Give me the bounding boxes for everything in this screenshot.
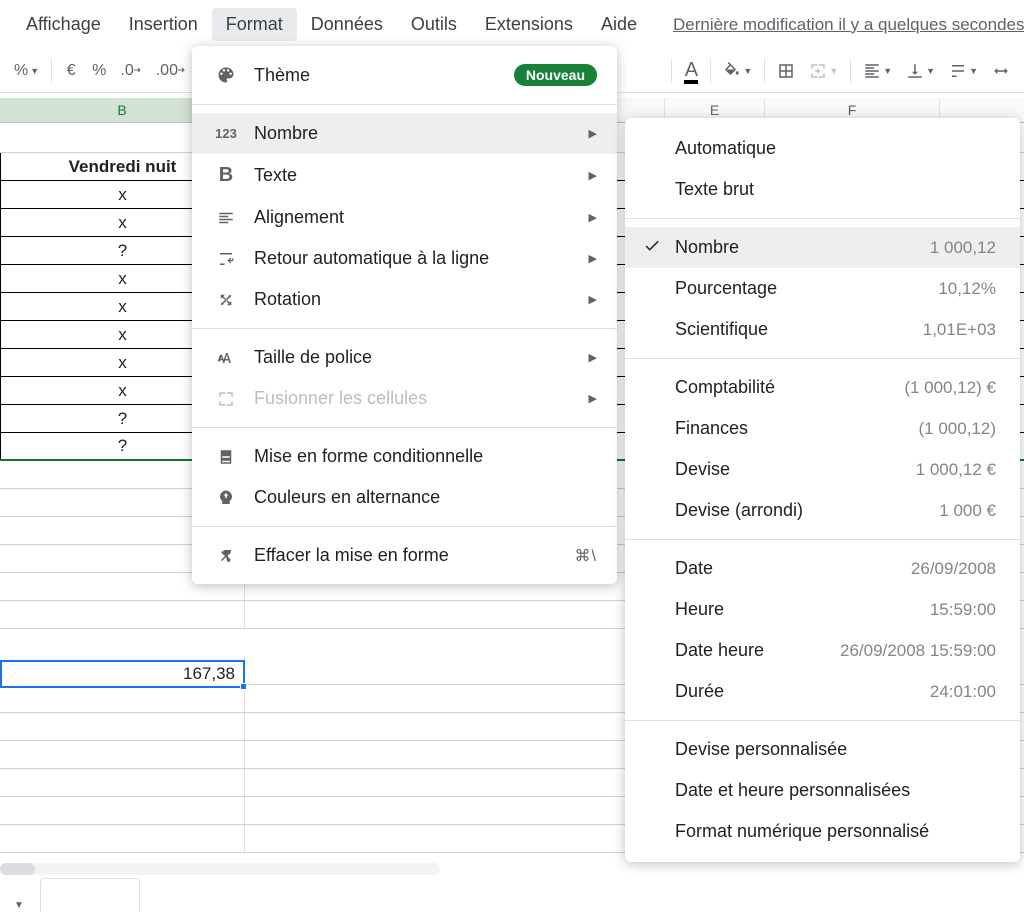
merge-icon <box>212 390 240 408</box>
format-custom-datetime[interactable]: Date et heure personnalisées <box>625 770 1020 811</box>
menu-item-rotation[interactable]: Rotation ▶ <box>192 279 617 320</box>
wrap-icon <box>212 250 240 268</box>
horizontal-scrollbar[interactable] <box>0 863 440 875</box>
chevron-right-icon: ▶ <box>589 211 597 224</box>
toolbar-sep <box>671 59 672 83</box>
format-date[interactable]: Date26/09/2008 <box>625 548 1020 589</box>
toolbar-sep <box>850 59 851 83</box>
toolbar-sep <box>51 59 52 83</box>
format-number[interactable]: Nombre 1 000,12 <box>625 227 1020 268</box>
chevron-right-icon: ▶ <box>589 252 597 265</box>
percent-format-dropdown[interactable]: %▼ <box>8 56 45 86</box>
palette-icon <box>212 65 240 85</box>
check-icon <box>643 236 661 259</box>
number-icon: 123 <box>212 126 240 141</box>
fontsize-icon <box>212 348 240 368</box>
conditional-format-icon <box>212 448 240 466</box>
menu-separator <box>192 427 617 428</box>
menu-item-fontsize[interactable]: Taille de police ▶ <box>192 337 617 378</box>
format-finance[interactable]: Finances(1 000,12) <box>625 408 1020 449</box>
selected-cell-value: 167,38 <box>183 664 235 684</box>
menu-separator <box>625 358 1020 359</box>
menu-separator <box>192 526 617 527</box>
menu-separator <box>625 539 1020 540</box>
fill-color-button[interactable]: ▼ <box>717 56 758 86</box>
format-custom-currency[interactable]: Devise personnalisée <box>625 729 1020 770</box>
menu-item-merge: Fusionner les cellules ▶ <box>192 378 617 419</box>
format-accounting[interactable]: Comptabilité(1 000,12) € <box>625 367 1020 408</box>
format-percentage[interactable]: Pourcentage10,12% <box>625 268 1020 309</box>
menu-item-theme[interactable]: Thème Nouveau <box>192 54 617 96</box>
menu-outils[interactable]: Outils <box>397 8 471 41</box>
increase-decimal-button[interactable]: .00 <box>150 56 192 86</box>
text-color-button[interactable]: A <box>678 56 704 86</box>
menu-separator <box>625 218 1020 219</box>
menu-insertion[interactable]: Insertion <box>115 8 212 41</box>
menu-affichage[interactable]: Affichage <box>12 8 115 41</box>
format-currency-rounded[interactable]: Devise (arrondi)1 000 € <box>625 490 1020 531</box>
merge-cells-button[interactable]: ▼ <box>803 56 844 86</box>
menubar: Affichage Insertion Format Données Outil… <box>0 0 1024 49</box>
chevron-right-icon: ▶ <box>589 392 597 405</box>
fill-handle[interactable] <box>240 683 247 690</box>
menu-item-wrap[interactable]: Retour automatique à la ligne ▶ <box>192 238 617 279</box>
format-plain-text[interactable]: Texte brut <box>625 169 1020 210</box>
sheet-menu-caret[interactable]: ▼ <box>14 900 24 911</box>
shortcut-label: ⌘\ <box>575 546 597 566</box>
chevron-right-icon: ▶ <box>589 293 597 306</box>
menu-extensions[interactable]: Extensions <box>471 8 587 41</box>
menu-item-alignment[interactable]: Alignement ▶ <box>192 197 617 238</box>
rotation-icon <box>212 291 240 309</box>
format-duration[interactable]: Durée24:01:00 <box>625 671 1020 712</box>
alternating-colors-icon <box>212 489 240 507</box>
format-dropdown-menu: Thème Nouveau 123 Nombre ▶ B Texte ▶ Ali… <box>192 46 617 584</box>
chevron-right-icon: ▶ <box>589 351 597 364</box>
menu-item-clear-format[interactable]: Effacer la mise en forme ⌘\ <box>192 535 617 576</box>
align-icon <box>212 209 240 227</box>
vertical-align-button[interactable]: ▼ <box>900 56 941 86</box>
clear-format-icon <box>212 547 240 565</box>
toolbar-sep <box>710 59 711 83</box>
menu-separator <box>192 104 617 105</box>
bold-icon: B <box>212 164 240 187</box>
sheet-tab-bar: ▼ <box>0 875 1024 915</box>
format-automatic[interactable]: Automatique <box>625 128 1020 169</box>
percent-button[interactable]: % <box>86 56 112 86</box>
toolbar-sep <box>764 59 765 83</box>
scrollbar-thumb[interactable] <box>0 863 35 875</box>
menu-aide[interactable]: Aide <box>587 8 651 41</box>
text-wrap-button[interactable]: ▼ <box>943 56 984 86</box>
format-scientific[interactable]: Scientifique1,01E+03 <box>625 309 1020 350</box>
chevron-right-icon: ▶ <box>589 127 597 140</box>
menu-format[interactable]: Format <box>212 8 297 41</box>
menu-donnees[interactable]: Données <box>297 8 397 41</box>
borders-button[interactable] <box>771 56 801 86</box>
selected-cell[interactable]: 167,38 <box>0 660 245 688</box>
menu-item-conditional-format[interactable]: Mise en forme conditionnelle <box>192 436 617 477</box>
sheet-tab[interactable] <box>40 878 140 912</box>
menu-item-text[interactable]: B Texte ▶ <box>192 154 617 197</box>
menu-separator <box>192 328 617 329</box>
menu-separator <box>625 720 1020 721</box>
currency-button[interactable]: € <box>58 56 84 86</box>
horizontal-align-button[interactable]: ▼ <box>857 56 898 86</box>
format-time[interactable]: Heure15:59:00 <box>625 589 1020 630</box>
format-currency[interactable]: Devise1 000,12 € <box>625 449 1020 490</box>
format-custom-number[interactable]: Format numérique personnalisé <box>625 811 1020 852</box>
chevron-right-icon: ▶ <box>589 169 597 182</box>
last-modified-link[interactable]: Dernière modification il y a quelques se… <box>673 15 1024 35</box>
menu-item-alternating-colors[interactable]: Couleurs en alternance <box>192 477 617 518</box>
format-datetime[interactable]: Date heure26/09/2008 15:59:00 <box>625 630 1020 671</box>
menu-item-number[interactable]: 123 Nombre ▶ <box>192 113 617 154</box>
number-format-submenu: Automatique Texte brut Nombre 1 000,12 P… <box>625 118 1020 862</box>
new-badge: Nouveau <box>514 64 597 86</box>
text-rotation-button[interactable] <box>986 56 1016 86</box>
decrease-decimal-button[interactable]: .0 <box>114 56 147 86</box>
